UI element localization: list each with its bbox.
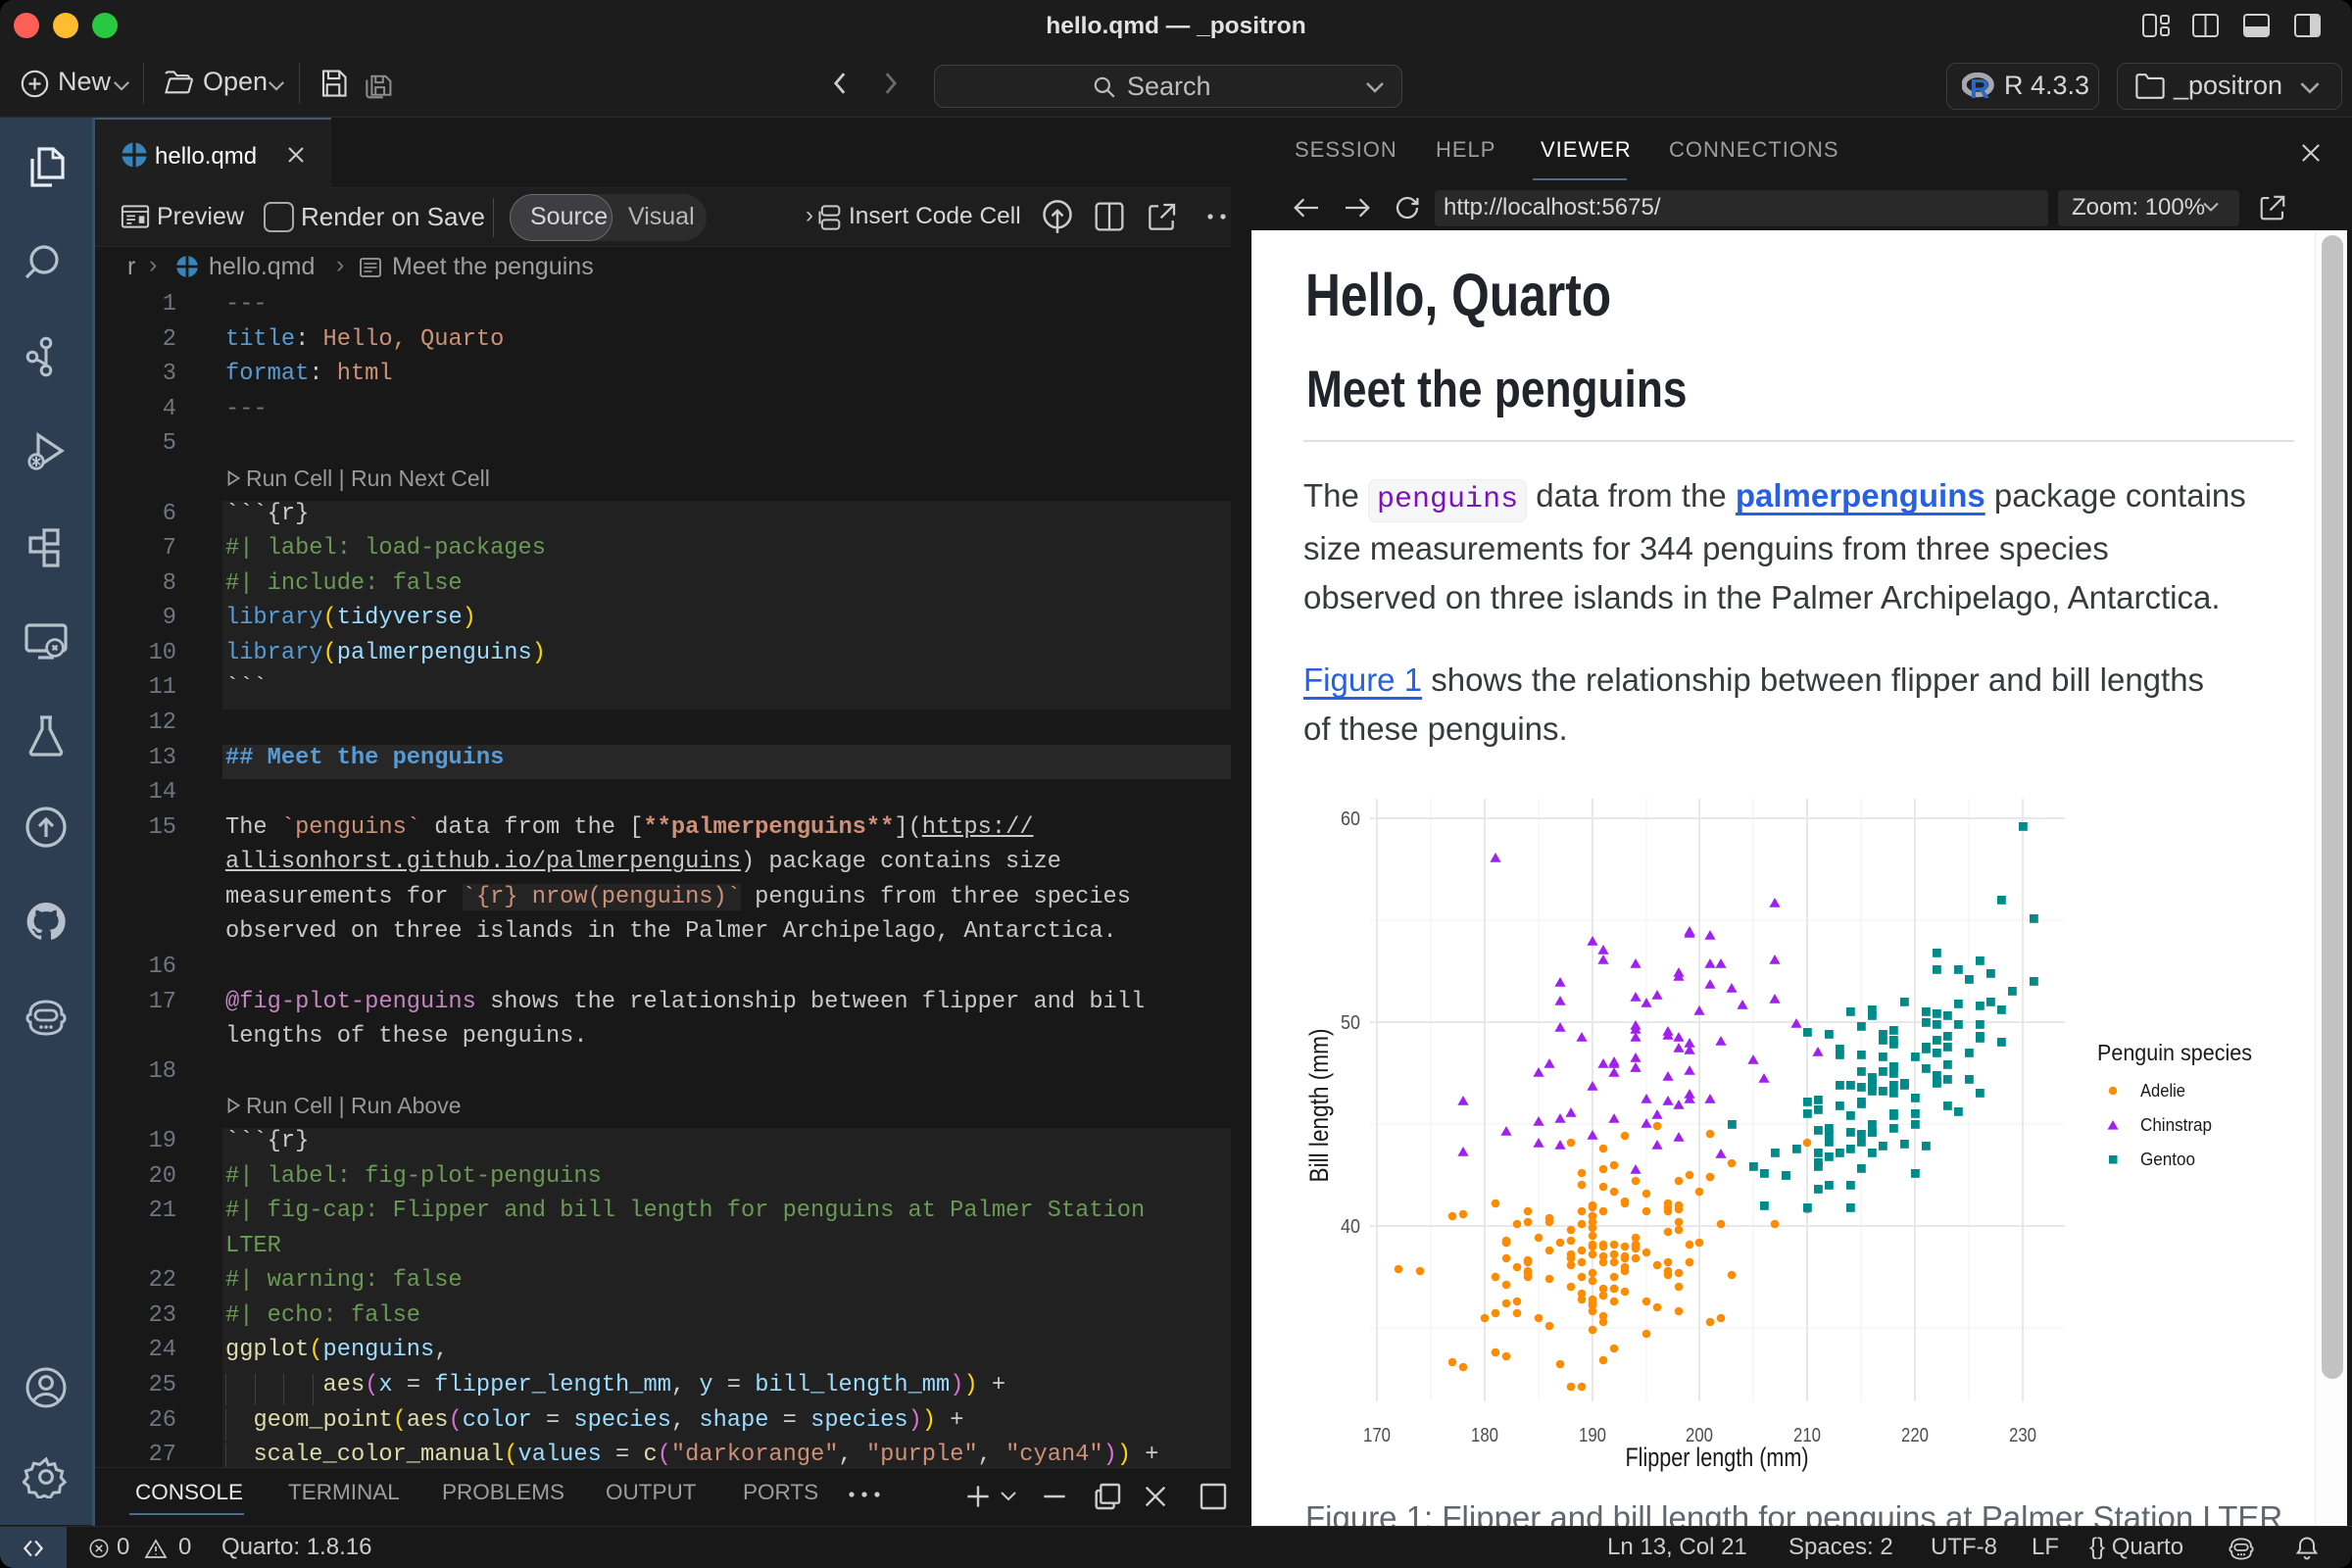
svg-text:Flipper length (mm): Flipper length (mm) [1626,1443,1809,1472]
svg-text:Adelie: Adelie [2140,1081,2185,1101]
svg-text:Chinstrap: Chinstrap [2140,1115,2212,1135]
svg-text:Gentoo: Gentoo [2140,1150,2195,1169]
svg-text:220: 220 [1901,1424,1929,1446]
svg-text:Bill length (mm): Bill length (mm) [1304,1029,1334,1183]
svg-text:230: 230 [2009,1424,2036,1446]
svg-text:60: 60 [1341,808,1360,830]
svg-text:190: 190 [1579,1424,1606,1446]
svg-text:40: 40 [1341,1215,1360,1238]
svg-text:R: R [1970,74,1989,102]
svg-text:170: 170 [1363,1424,1391,1446]
svg-text:180: 180 [1471,1424,1498,1446]
svg-text:Penguin species: Penguin species [2097,1040,2252,1065]
svg-text:50: 50 [1341,1011,1360,1034]
